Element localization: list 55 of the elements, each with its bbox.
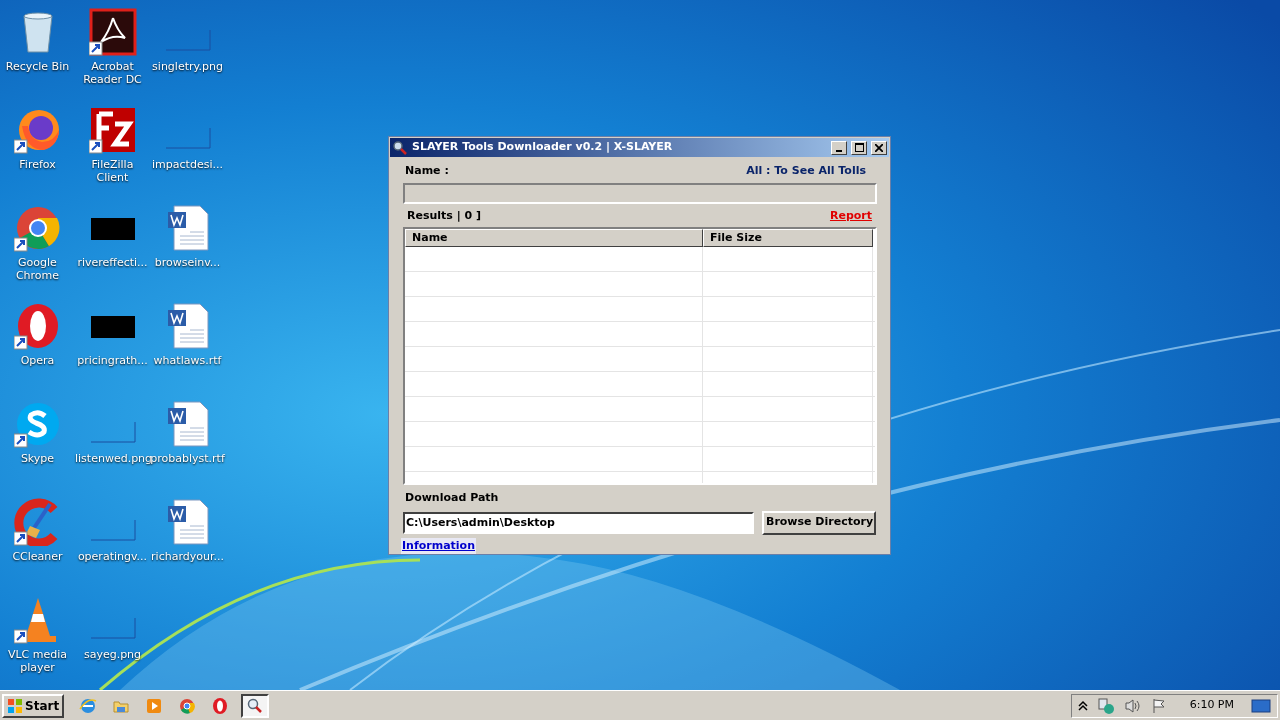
icon-label[interactable]: Google Chrome [0,256,75,282]
browse-directory-button[interactable]: Browse Directory [762,510,876,535]
browser-e-icon [79,696,98,715]
minimize-button[interactable] [831,140,847,155]
filezilla-icon[interactable] [88,106,137,154]
window-title: SLAYER Tools Downloader v0.2 | X-SLAYER [412,139,674,156]
speaker-icon[interactable] [1123,697,1142,714]
chrome-icon[interactable] [13,204,62,252]
icon-label[interactable]: CCleaner [0,550,75,563]
icon-label[interactable]: Opera [0,354,75,367]
results-count: Results | 0 ] [407,207,482,224]
icon-label[interactable]: sayeg.png [75,648,150,661]
minimize-icon [836,149,842,152]
report-link[interactable]: Report [829,207,872,225]
chrome-icon [178,696,197,715]
magnifier-icon [392,139,408,156]
show-desktop-icon[interactable] [1251,697,1271,714]
icon-label[interactable]: Skype [0,452,75,465]
windows-logo-icon [7,697,23,714]
icon-label[interactable]: operatingv... [75,550,150,563]
icon-label[interactable]: FileZilla Client [75,158,150,184]
close-icon [875,143,883,152]
start-button[interactable]: Start [2,693,65,718]
close-button[interactable] [871,140,887,155]
icon-label[interactable]: singletry.png [150,60,225,73]
taskbar-button[interactable] [241,693,270,718]
acrobat-icon[interactable] [88,8,137,56]
field-label: Name : [405,162,449,179]
field-label: Download Path [405,490,500,506]
icon-label[interactable]: whatlaws.rtf [150,354,225,367]
icon-label[interactable]: richardyour... [150,550,225,563]
icon-label[interactable]: listenwed.png [75,452,150,465]
maximize-icon [854,143,864,152]
icon-label[interactable]: browseinv... [150,256,225,269]
skype-icon[interactable] [13,400,62,448]
column-header[interactable]: File Size [703,229,873,247]
hint-text: All : To See All Tolls [746,162,866,179]
icon-label[interactable]: rivereffecti... [75,256,150,269]
column-header[interactable]: Name [405,229,703,247]
chevron-up-icon[interactable] [1077,699,1088,712]
clock: 6:10 PM [1189,697,1234,714]
icon-label[interactable]: VLC media player [0,648,75,674]
flag-icon[interactable] [1150,697,1167,714]
path-field[interactable]: C:\Users\admin\Desktop [403,511,754,534]
information-link[interactable]: Information [401,537,476,554]
name-field[interactable] [403,183,877,204]
icon-label[interactable]: Firefox [0,158,75,171]
icon-label[interactable]: probablyst.rtf [150,452,225,465]
icon-label[interactable]: pricingrath... [75,354,150,367]
icon-label[interactable]: Acrobat Reader DC [75,60,150,86]
opera-icon [211,696,230,715]
maximize-button[interactable] [851,140,867,155]
icon-label[interactable]: impactdesi... [150,158,225,171]
play-icon [145,696,164,715]
icon-label[interactable]: Recycle Bin [0,60,75,73]
